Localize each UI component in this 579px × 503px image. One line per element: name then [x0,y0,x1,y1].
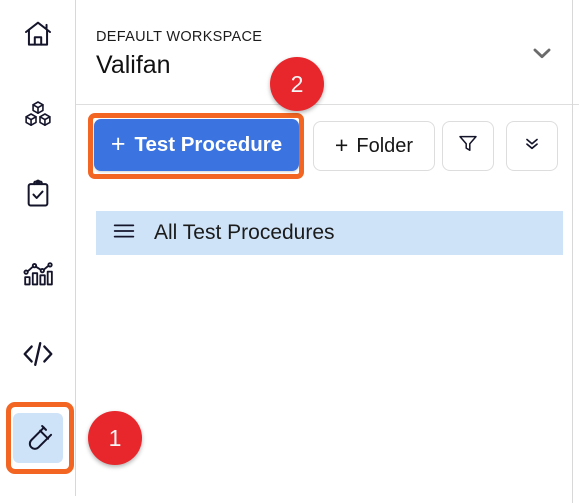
double-chevron-down-icon [521,132,543,160]
app-window: DEFAULT WORKSPACE Valifan + Test Procedu… [0,0,579,503]
sidebar-item-tasks[interactable] [13,169,63,219]
add-test-procedure-button[interactable]: + Test Procedure [94,119,299,171]
clipboard-check-icon [22,178,54,210]
filter-button[interactable] [442,121,494,171]
home-icon [22,18,54,50]
toolbar: + Test Procedure + Folder [76,105,579,205]
sidebar-item-assets[interactable] [13,89,63,139]
procedure-list: All Test Procedures [76,205,579,503]
sidebar-item-home[interactable] [13,9,63,59]
more-options-button[interactable] [506,121,558,171]
plus-icon: + [110,129,126,158]
add-test-procedure-label: Test Procedure [134,133,283,156]
step-badge-2: 2 [270,57,324,111]
step-badge-1: 1 [88,411,142,465]
cubes-icon [22,98,54,130]
add-folder-button[interactable]: + Folder [313,121,435,171]
workspace-label: DEFAULT WORKSPACE [96,29,263,45]
plus-icon: + [334,131,349,158]
bar-chart-icon [21,257,55,291]
chevron-down-icon [529,40,555,71]
left-icon-rail [0,0,76,503]
list-lines-icon [110,217,138,250]
sidebar-item-test-procedures[interactable] [13,413,63,463]
list-item-all-test-procedures[interactable]: All Test Procedures [96,211,563,255]
workspace-name: Valifan [96,51,171,79]
panel-right-border [572,0,573,503]
sidebar-item-code[interactable] [13,329,63,379]
add-folder-label: Folder [356,134,414,157]
code-icon [20,336,56,372]
list-item-label: All Test Procedures [154,221,335,244]
sidebar-item-analytics[interactable] [13,249,63,299]
workspace-header: DEFAULT WORKSPACE Valifan [76,0,579,105]
workspace-dropdown-button[interactable] [527,40,557,70]
test-tube-icon [22,422,54,454]
filter-icon [456,131,480,161]
